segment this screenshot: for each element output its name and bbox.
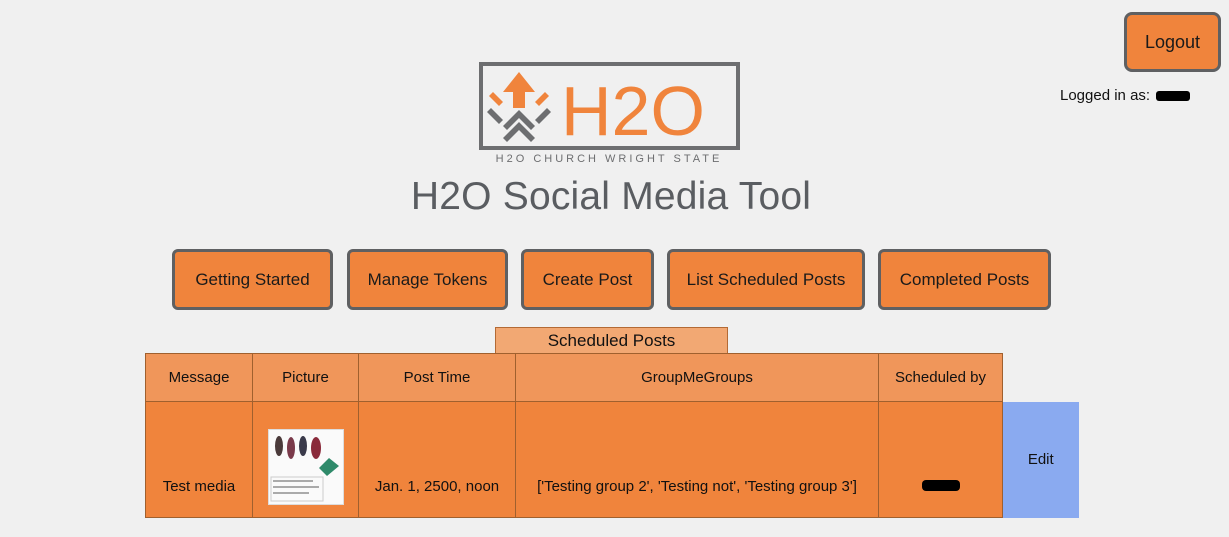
cell-scheduled-by — [878, 401, 1003, 518]
edit-button[interactable]: Edit — [1002, 401, 1079, 518]
cell-post-time: Jan. 1, 2500, noon — [358, 401, 516, 518]
nav-getting-started-button[interactable]: Getting Started — [172, 249, 333, 310]
logo-arrow-icon — [487, 72, 551, 142]
table-header-row: Message Picture Post Time GroupMeGroups … — [145, 353, 1079, 402]
table-caption: Scheduled Posts — [495, 327, 728, 354]
svg-text:H2O: H2O — [561, 72, 705, 150]
nav-completed-posts-button[interactable]: Completed Posts — [878, 249, 1051, 310]
column-header-groups: GroupMeGroups — [515, 353, 879, 402]
h2o-logo: H2O H2O CHURCH WRIGHT STATE — [479, 62, 740, 165]
media-image-icon — [268, 430, 343, 504]
nav-manage-tokens-button[interactable]: Manage Tokens — [347, 249, 508, 310]
cell-message: Test media — [145, 401, 253, 518]
nav-create-post-button[interactable]: Create Post — [521, 249, 654, 310]
cell-picture — [252, 401, 359, 518]
column-header-post-time: Post Time — [358, 353, 516, 402]
logged-in-label: Logged in as: — [1060, 87, 1151, 104]
column-header-scheduled-by: Scheduled by — [878, 353, 1003, 402]
redacted-scheduler — [921, 480, 960, 491]
redacted-username — [1156, 91, 1191, 102]
logged-in-status: Logged in as: — [1060, 87, 1191, 104]
post-image-thumbnail[interactable] — [267, 429, 344, 505]
scheduled-posts-table: Message Picture Post Time GroupMeGroups … — [145, 353, 1079, 518]
table-row: Test media Jan. 1, 2500, noon ['Testing … — [145, 401, 1079, 518]
column-header-message: Message — [145, 353, 253, 402]
column-header-actions — [1003, 354, 1079, 402]
page-title: H2O Social Media Tool — [410, 175, 812, 218]
logout-button[interactable]: Logout — [1124, 12, 1221, 72]
cell-groups: ['Testing group 2', 'Testing not', 'Test… — [515, 401, 879, 518]
nav-list-scheduled-posts-button[interactable]: List Scheduled Posts — [667, 249, 865, 310]
column-header-picture: Picture — [252, 353, 359, 402]
svg-text:H2O CHURCH WRIGHT STATE: H2O CHURCH WRIGHT STATE — [496, 153, 723, 165]
